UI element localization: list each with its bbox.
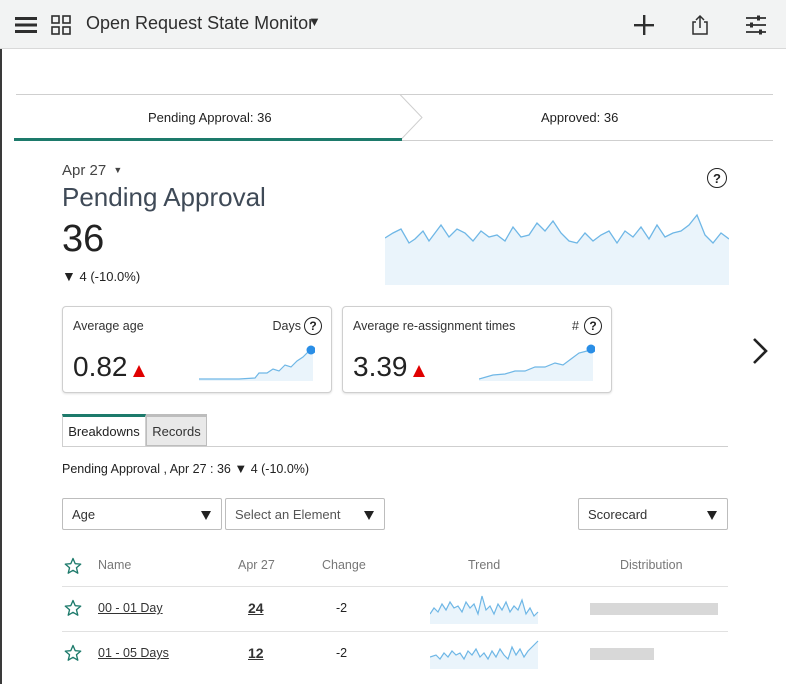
caret-down-icon: ▼ <box>113 165 123 175</box>
tab-breakdowns[interactable]: Breakdowns <box>62 414 146 446</box>
date-selector[interactable]: Apr 27 ▼ <box>62 162 122 179</box>
row-value-link[interactable]: 12 <box>248 645 264 661</box>
card-unit: # <box>572 319 579 333</box>
card-unit: Days <box>272 319 301 333</box>
indicator-value: 36 <box>62 218 105 260</box>
active-stage-indicator <box>14 138 402 141</box>
stage-approved[interactable]: Approved: 36 <box>541 110 618 125</box>
card-sparkline <box>479 344 595 381</box>
favorite-star-icon[interactable] <box>64 644 82 662</box>
tab-divider <box>62 446 728 447</box>
stage-bar: Pending Approval: 36 Approved: 36 <box>16 94 773 141</box>
change-text: 4 (-10.0%) <box>79 269 141 284</box>
row-divider <box>62 586 728 587</box>
column-header-change[interactable]: Change <box>322 558 366 572</box>
caret-down-icon <box>364 511 374 520</box>
indicator-change: ▼ 4 (-10.0%) <box>62 268 140 284</box>
share-icon[interactable] <box>686 0 714 49</box>
column-header-date[interactable]: Apr 27 <box>238 558 275 572</box>
window-edge <box>0 49 2 684</box>
column-header-distribution: Distribution <box>620 558 683 572</box>
view-select-value: Scorecard <box>588 507 648 522</box>
grid-view-icon[interactable] <box>48 0 74 49</box>
row-change: -2 <box>336 601 348 615</box>
down-triangle-icon: ▼ <box>62 268 76 284</box>
dashboard-title[interactable]: Open Request State Monitor <box>86 13 314 34</box>
date-label: Apr 27 <box>62 162 107 179</box>
caret-down-icon <box>201 511 211 520</box>
card-average-reassignment-times[interactable]: Average re-assignment times # ? 3.39 <box>342 306 612 393</box>
up-triangle-icon <box>413 365 425 377</box>
summary-change: 4 (-10.0%) <box>250 462 310 476</box>
view-select[interactable]: Scorecard <box>578 498 728 530</box>
help-icon[interactable]: ? <box>304 317 322 335</box>
row-name-link[interactable]: 00 - 01 Day <box>98 601 163 615</box>
card-value: 3.39 <box>353 351 408 382</box>
down-triangle-icon: ▼ <box>234 461 248 476</box>
column-header-name[interactable]: Name <box>98 558 131 572</box>
indicator-title: Pending Approval <box>62 182 266 212</box>
row-change: -2 <box>336 646 348 660</box>
breakdown-summary: Pending Approval , Apr 27 : 36 ▼ 4 (-10.… <box>62 461 309 476</box>
indicator-trend-sparkline <box>385 213 729 285</box>
row-trend-sparkline <box>430 595 539 624</box>
stage-pending-approval[interactable]: Pending Approval: 36 <box>148 110 272 125</box>
row-distribution-bar <box>590 648 654 660</box>
breakdown-select[interactable]: Age <box>62 498 222 530</box>
caret-down-icon <box>707 511 717 520</box>
chevron-right-icon[interactable] <box>748 336 772 366</box>
chevron-down-icon[interactable]: ▼ <box>308 14 321 29</box>
card-title: Average re-assignment times <box>353 319 516 333</box>
filter-settings-icon[interactable] <box>742 0 770 49</box>
up-triangle-icon <box>133 365 145 377</box>
tab-records[interactable]: Records <box>146 414 207 446</box>
card-average-age[interactable]: Average age Days ? 0.82 <box>62 306 332 393</box>
row-value-link[interactable]: 24 <box>248 600 264 616</box>
row-distribution-bar <box>590 603 718 615</box>
card-value: 0.82 <box>73 351 128 382</box>
add-icon[interactable] <box>630 0 658 49</box>
summary-text: Pending Approval , Apr 27 : 36 <box>62 462 231 476</box>
breakdown-select-value: Age <box>72 507 96 522</box>
favorite-star-icon[interactable] <box>64 599 82 617</box>
element-select-value: Select an Element <box>235 507 341 522</box>
sparkline-area <box>385 215 729 285</box>
row-divider <box>62 631 728 632</box>
row-trend-sparkline <box>430 640 539 669</box>
card-sparkline <box>199 345 315 381</box>
hamburger-menu-icon[interactable] <box>12 0 40 49</box>
column-header-trend: Trend <box>468 558 501 572</box>
top-bar: Open Request State Monitor ▼ <box>0 0 786 49</box>
help-icon[interactable]: ? <box>707 168 727 188</box>
help-icon[interactable]: ? <box>584 317 602 335</box>
favorite-all-star-icon[interactable] <box>64 557 82 575</box>
row-name-link[interactable]: 01 - 05 Days <box>98 646 169 660</box>
element-select[interactable]: Select an Element <box>225 498 385 530</box>
card-title: Average age <box>73 319 144 333</box>
